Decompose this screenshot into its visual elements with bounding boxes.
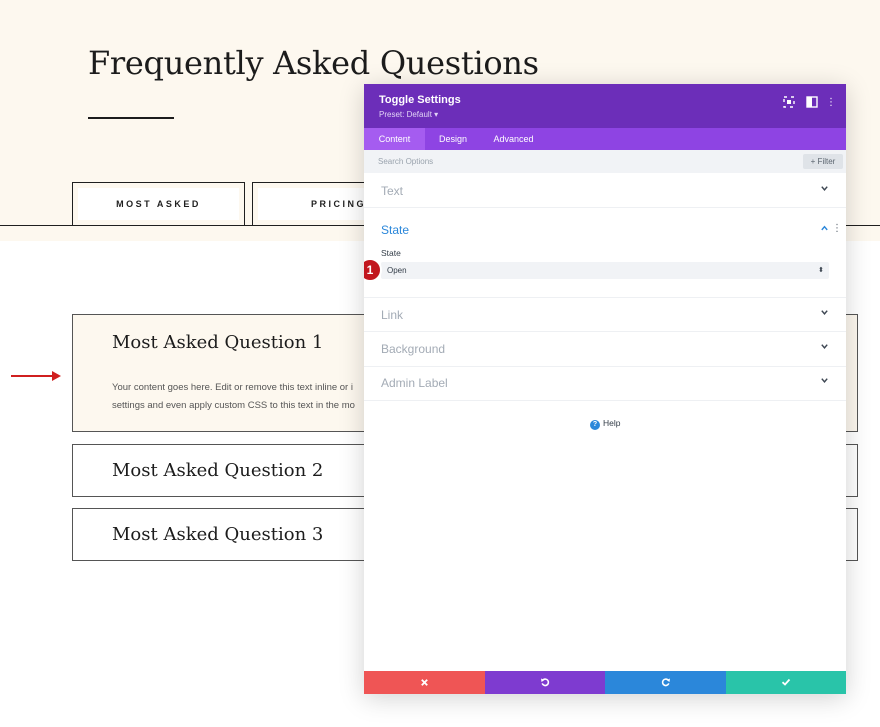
faq-question-1: Most Asked Question 1 [112,332,324,353]
search-bar: + Filter [364,150,846,173]
section-text-label: Text [381,184,404,198]
save-button[interactable] [726,671,846,694]
help-icon: ? [590,420,600,430]
tab-advanced[interactable]: Advanced [481,128,546,150]
section-state[interactable]: State ⋮ State Open ⬍ 1 [364,208,846,298]
tab-design[interactable]: Design [425,128,481,150]
title-underline [88,117,174,119]
search-options-input[interactable] [378,150,778,173]
toggle-settings-modal: Toggle Settings Preset: Default ▾ ⋮ Cont… [364,84,846,694]
chevron-down-icon [818,308,830,320]
faq-question-2: Most Asked Question 2 [112,460,324,481]
chevron-down-icon [818,184,830,196]
undo-button[interactable] [485,671,605,694]
faq-question-3: Most Asked Question 3 [112,524,324,545]
fullscreen-icon[interactable] [782,96,796,110]
modal-header: Toggle Settings Preset: Default ▾ ⋮ [364,84,846,128]
chevron-down-icon [818,342,830,354]
modal-title: Toggle Settings [379,94,461,106]
modal-tab-bar: Content Design Advanced [364,128,846,150]
faq-answer-1-line-2: settings and even apply custom CSS to th… [112,400,355,411]
check-icon [781,678,791,686]
undo-icon [541,678,550,687]
state-field-label: State [381,248,401,258]
section-admin-label[interactable]: Admin Label [364,367,846,401]
step-badge: 1 [364,258,382,282]
faq-answer-1-line-1: Your content goes here. Edit or remove t… [112,382,353,393]
tab-content[interactable]: Content [364,128,425,150]
redo-button[interactable] [605,671,726,694]
section-link-label: Link [381,308,404,322]
filter-button[interactable]: + Filter [803,154,843,169]
red-arrow-icon [11,371,61,381]
tab-most-asked-label: MOST ASKED [78,188,239,220]
state-select[interactable]: Open ⬍ [381,262,829,279]
chevron-up-icon[interactable] [818,224,830,236]
chevron-down-icon [818,376,830,388]
faq-answer-1: Your content goes here. Edit or remove t… [112,379,372,415]
close-icon [421,678,428,686]
section-admin-label-label: Admin Label [381,376,448,390]
section-text[interactable]: Text [364,173,846,208]
page-title: Frequently Asked Questions [88,44,539,82]
section-background-label: Background [381,342,446,356]
help-link[interactable]: ? Help [590,418,620,430]
select-arrows-icon: ⬍ [818,267,824,274]
section-state-label: State [381,223,410,237]
split-view-icon[interactable] [805,96,819,110]
section-background[interactable]: Background [364,332,846,367]
tab-most-asked[interactable]: MOST ASKED [72,182,245,226]
cancel-button[interactable] [364,671,485,694]
help-label: Help [603,418,621,428]
preset-selector[interactable]: Preset: Default ▾ [379,110,438,119]
state-select-value: Open [387,266,407,275]
more-options-icon[interactable]: ⋮ [824,96,838,110]
section-link[interactable]: Link [364,298,846,332]
section-options-icon[interactable]: ⋮ [832,223,842,234]
redo-icon [661,678,670,687]
